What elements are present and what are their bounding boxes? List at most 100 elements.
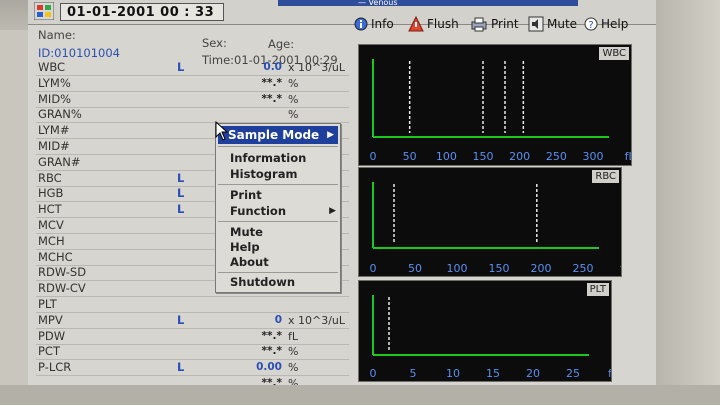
param-row: PDW **.* fL [36, 329, 349, 345]
context-menu: Sample Mode ▶ Information Histogram Prin… [215, 123, 341, 293]
menu-item-function[interactable]: Function [230, 204, 286, 218]
menu-separator [218, 272, 338, 273]
flush-icon [408, 16, 424, 32]
help-button[interactable]: ? Help [584, 14, 628, 34]
wbc-histogram[interactable]: 0 50 100 150 200 250 300 fL WBC [358, 44, 632, 166]
menu-item-mute[interactable]: Mute [230, 225, 263, 239]
plt-histogram-plot: 0 5 10 15 20 25 fL [370, 295, 611, 380]
name-label: Name: [38, 28, 76, 42]
param-row: MID% **.*% [36, 92, 349, 108]
histogram-tick-label: 250 [573, 262, 594, 275]
param-unit: x 10^3/uL [288, 313, 346, 327]
histogram-tick-label: fL [608, 367, 611, 380]
param-name: RDW-CV [38, 281, 86, 296]
param-name: WBC [38, 60, 66, 74]
param-value: **.* [261, 92, 282, 105]
param-value: **.* [261, 377, 282, 385]
param-name: PCT [38, 344, 60, 359]
histogram-tick-label: 10 [446, 367, 460, 380]
histogram-tick-label: 150 [473, 150, 494, 163]
histogram-tick-label: 0 [370, 367, 377, 380]
histogram-tick-label: 25 [566, 367, 580, 380]
param-value: **.* [261, 76, 282, 89]
param-flag: L [177, 60, 185, 74]
param-row: WBC L 0.0 x 10^3/uL [36, 60, 349, 76]
param-name: RBC [38, 170, 62, 185]
histogram-tick-label: 15 [486, 367, 500, 380]
histogram-tick-label: 200 [531, 262, 552, 275]
param-flag: L [177, 170, 185, 185]
help-icon: ? [584, 17, 598, 31]
info-icon [354, 17, 368, 31]
submenu-arrow-icon: ▶ [327, 130, 334, 140]
param-value: 0 [274, 313, 282, 326]
svg-text:?: ? [588, 20, 593, 31]
param-unit: fL [288, 329, 299, 343]
info-label: Info [371, 17, 394, 31]
histogram-tick-label: 0 [370, 150, 377, 163]
menu-item-help[interactable]: Help [230, 240, 260, 254]
mute-button[interactable]: Mute [528, 14, 577, 34]
param-unit: % [288, 108, 299, 122]
menu-item-about[interactable]: About [230, 255, 269, 269]
param-row: P-LCR L 0.00% [36, 360, 349, 377]
monitor-bezel-right [656, 0, 720, 405]
param-name: PLT [38, 297, 57, 311]
histogram-tick-label: 50 [408, 262, 422, 275]
menu-item-print[interactable]: Print [230, 188, 262, 202]
window-title-strip: — Venous [278, 0, 578, 6]
windows-logo-icon[interactable] [34, 2, 54, 20]
mute-icon [528, 16, 544, 32]
param-row: MPV L 0 x 10^3/uL [36, 313, 349, 329]
histogram-tick-label: 250 [546, 150, 567, 163]
print-button[interactable]: Print [470, 14, 519, 34]
mouse-cursor-icon [215, 121, 229, 141]
plt-histogram[interactable]: 0 5 10 15 20 25 fL PLT [358, 280, 612, 382]
param-name: MCHC [38, 249, 73, 264]
param-unit: % [288, 361, 299, 375]
histogram-tick-label: 100 [436, 150, 457, 163]
param-unit: x 10^3/uL [288, 61, 346, 74]
menu-item-sample-mode[interactable]: Sample Mode ▶ [218, 126, 338, 144]
monitor-bezel-bottom [0, 385, 720, 405]
plt-histogram-label: PLT [586, 283, 609, 296]
histogram-tick-label: 150 [489, 262, 510, 275]
menu-separator [218, 184, 338, 185]
param-unit: % [288, 76, 299, 90]
info-button[interactable]: Info [354, 14, 394, 34]
param-name: GRAN% [38, 107, 82, 122]
param-flag: L [177, 312, 185, 327]
analyzer-screen: 01-01-2001 00 : 33 — Venous Info Flush P… [28, 0, 656, 385]
menu-item-histogram[interactable]: Histogram [230, 167, 297, 181]
param-unit: % [288, 92, 299, 106]
param-row: GRAN%% [36, 107, 349, 124]
age-label: Age: [268, 37, 295, 51]
sex-label: Sex: [202, 36, 227, 50]
param-name: MID% [38, 91, 72, 106]
menu-item-information[interactable]: Information [230, 151, 306, 165]
histogram-tick-label: 300 [583, 150, 604, 163]
param-unit: % [288, 345, 299, 359]
histogram-tick-label: fL [625, 150, 631, 163]
submenu-arrow-icon: ▶ [329, 206, 336, 216]
param-name: HGB [38, 186, 64, 201]
param-value: **.* [261, 329, 282, 342]
param-name: MPV [38, 312, 63, 327]
rbc-histogram[interactable]: 0 50 100 150 200 250 fL RBC [358, 167, 622, 277]
param-name: LYM% [38, 75, 71, 90]
mute-label: Mute [547, 17, 578, 31]
param-name: GRAN# [38, 154, 81, 169]
param-name: P-LCR [38, 360, 72, 375]
flush-button[interactable]: Flush [408, 14, 459, 34]
menu-item-shutdown[interactable]: Shutdown [230, 275, 295, 289]
param-name: MID# [38, 139, 70, 153]
histogram-tick-label: 50 [403, 150, 417, 163]
menu-item-sample-mode-label: Sample Mode [228, 128, 320, 142]
param-name: MCV [38, 218, 64, 232]
param-name: RDW-SD [38, 265, 87, 280]
flush-label: Flush [427, 17, 459, 31]
histogram-tick-label: 20 [526, 367, 540, 380]
histogram-tick-label: 5 [410, 367, 417, 380]
param-name: HCT [38, 202, 62, 217]
histogram-tick-label: 200 [509, 150, 530, 163]
